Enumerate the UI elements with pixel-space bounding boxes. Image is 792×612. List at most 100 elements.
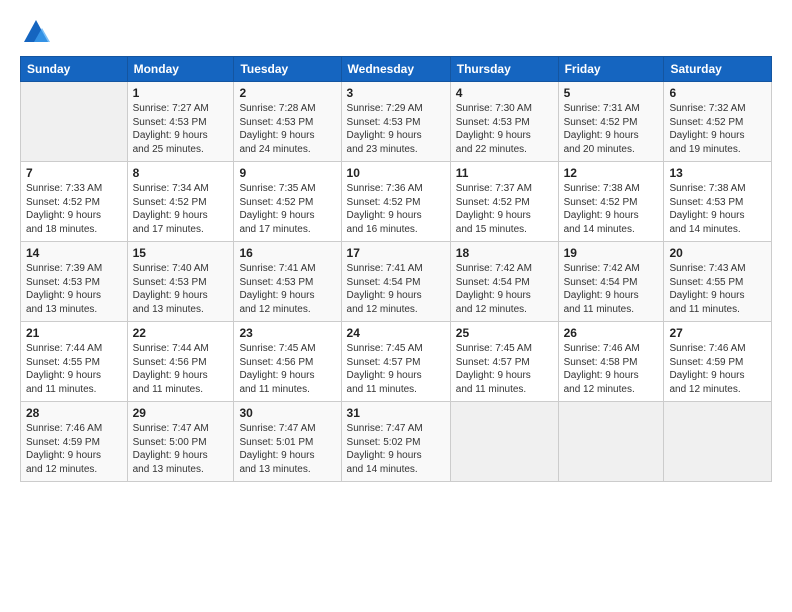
day-info: Sunrise: 7:44 AM Sunset: 4:56 PM Dayligh… <box>133 342 229 396</box>
day-cell: 9 Sunrise: 7:35 AM Sunset: 4:52 PM Daylig… <box>234 162 341 242</box>
day-cell: 2 Sunrise: 7:28 AM Sunset: 4:53 PM Daylig… <box>234 82 341 162</box>
day-number: 19 <box>564 246 659 260</box>
day-info: Sunrise: 7:39 AM Sunset: 4:53 PM Dayligh… <box>26 262 122 316</box>
day-cell: 31 Sunrise: 7:47 AM Sunset: 5:02 PM Dayli… <box>341 402 450 482</box>
day-cell: 29 Sunrise: 7:47 AM Sunset: 5:00 PM Dayli… <box>127 402 234 482</box>
day-cell: 30Sunrise: 7:47 AM Sunset: 5:01 PM Dayli… <box>234 402 341 482</box>
day-number: 22 <box>133 326 229 340</box>
day-info: Sunrise: 7:31 AM Sunset: 4:52 PM Dayligh… <box>564 102 659 156</box>
day-cell: 21Sunrise: 7:44 AM Sunset: 4:55 PM Dayli… <box>21 322 128 402</box>
day-number: 13 <box>669 166 766 180</box>
day-cell: 11 Sunrise: 7:37 AM Sunset: 4:52 PM Dayli… <box>450 162 558 242</box>
day-cell: 19Sunrise: 7:42 AM Sunset: 4:54 PM Dayli… <box>558 242 664 322</box>
day-info: Sunrise: 7:45 AM Sunset: 4:57 PM Dayligh… <box>347 342 445 396</box>
day-info: Sunrise: 7:38 AM Sunset: 4:52 PM Dayligh… <box>564 182 659 236</box>
day-cell: 26Sunrise: 7:46 AM Sunset: 4:58 PM Dayli… <box>558 322 664 402</box>
day-number: 1 <box>133 86 229 100</box>
day-info: Sunrise: 7:36 AM Sunset: 4:52 PM Dayligh… <box>347 182 445 236</box>
day-cell <box>21 82 128 162</box>
day-info: Sunrise: 7:41 AM Sunset: 4:54 PM Dayligh… <box>347 262 445 316</box>
day-number: 24 <box>347 326 445 340</box>
week-row-3: 14 Sunrise: 7:39 AM Sunset: 4:53 PM Dayli… <box>21 242 772 322</box>
day-cell: 23 Sunrise: 7:45 AM Sunset: 4:56 PM Dayli… <box>234 322 341 402</box>
page: SundayMondayTuesdayWednesdayThursdayFrid… <box>0 0 792 612</box>
weekday-header-wednesday: Wednesday <box>341 57 450 82</box>
day-info: Sunrise: 7:45 AM Sunset: 4:57 PM Dayligh… <box>456 342 553 396</box>
day-info: Sunrise: 7:27 AM Sunset: 4:53 PM Dayligh… <box>133 102 229 156</box>
day-info: Sunrise: 7:46 AM Sunset: 4:59 PM Dayligh… <box>669 342 766 396</box>
day-number: 26 <box>564 326 659 340</box>
day-number: 11 <box>456 166 553 180</box>
day-info: Sunrise: 7:43 AM Sunset: 4:55 PM Dayligh… <box>669 262 766 316</box>
calendar-table: SundayMondayTuesdayWednesdayThursdayFrid… <box>20 56 772 482</box>
day-info: Sunrise: 7:47 AM Sunset: 5:00 PM Dayligh… <box>133 422 229 476</box>
weekday-header-row: SundayMondayTuesdayWednesdayThursdayFrid… <box>21 57 772 82</box>
day-number: 17 <box>347 246 445 260</box>
day-number: 3 <box>347 86 445 100</box>
day-cell: 1 Sunrise: 7:27 AM Sunset: 4:53 PM Daylig… <box>127 82 234 162</box>
week-row-2: 7Sunrise: 7:33 AM Sunset: 4:52 PM Daylig… <box>21 162 772 242</box>
day-cell: 6 Sunrise: 7:32 AM Sunset: 4:52 PM Daylig… <box>664 82 772 162</box>
day-info: Sunrise: 7:45 AM Sunset: 4:56 PM Dayligh… <box>239 342 335 396</box>
day-cell: 27 Sunrise: 7:46 AM Sunset: 4:59 PM Dayli… <box>664 322 772 402</box>
day-cell: 4 Sunrise: 7:30 AM Sunset: 4:53 PM Daylig… <box>450 82 558 162</box>
day-info: Sunrise: 7:32 AM Sunset: 4:52 PM Dayligh… <box>669 102 766 156</box>
day-cell: 18 Sunrise: 7:42 AM Sunset: 4:54 PM Dayli… <box>450 242 558 322</box>
day-number: 14 <box>26 246 122 260</box>
logo <box>20 18 50 46</box>
day-cell: 22 Sunrise: 7:44 AM Sunset: 4:56 PM Dayli… <box>127 322 234 402</box>
day-cell: 10 Sunrise: 7:36 AM Sunset: 4:52 PM Dayli… <box>341 162 450 242</box>
day-info: Sunrise: 7:30 AM Sunset: 4:53 PM Dayligh… <box>456 102 553 156</box>
day-cell: 14 Sunrise: 7:39 AM Sunset: 4:53 PM Dayli… <box>21 242 128 322</box>
day-number: 9 <box>239 166 335 180</box>
day-cell: 16 Sunrise: 7:41 AM Sunset: 4:53 PM Dayli… <box>234 242 341 322</box>
day-info: Sunrise: 7:28 AM Sunset: 4:53 PM Dayligh… <box>239 102 335 156</box>
week-row-5: 28Sunrise: 7:46 AM Sunset: 4:59 PM Dayli… <box>21 402 772 482</box>
day-number: 6 <box>669 86 766 100</box>
day-number: 23 <box>239 326 335 340</box>
day-info: Sunrise: 7:41 AM Sunset: 4:53 PM Dayligh… <box>239 262 335 316</box>
day-info: Sunrise: 7:46 AM Sunset: 4:59 PM Dayligh… <box>26 422 122 476</box>
header <box>20 18 772 46</box>
weekday-header-sunday: Sunday <box>21 57 128 82</box>
day-number: 16 <box>239 246 335 260</box>
day-cell: 24 Sunrise: 7:45 AM Sunset: 4:57 PM Dayli… <box>341 322 450 402</box>
day-number: 20 <box>669 246 766 260</box>
weekday-header-monday: Monday <box>127 57 234 82</box>
day-cell: 3 Sunrise: 7:29 AM Sunset: 4:53 PM Daylig… <box>341 82 450 162</box>
logo-icon <box>22 18 50 46</box>
day-cell <box>664 402 772 482</box>
day-cell: 7Sunrise: 7:33 AM Sunset: 4:52 PM Daylig… <box>21 162 128 242</box>
day-number: 18 <box>456 246 553 260</box>
day-number: 10 <box>347 166 445 180</box>
day-info: Sunrise: 7:33 AM Sunset: 4:52 PM Dayligh… <box>26 182 122 236</box>
day-cell: 17 Sunrise: 7:41 AM Sunset: 4:54 PM Dayli… <box>341 242 450 322</box>
week-row-4: 21Sunrise: 7:44 AM Sunset: 4:55 PM Dayli… <box>21 322 772 402</box>
day-cell: 13Sunrise: 7:38 AM Sunset: 4:53 PM Dayli… <box>664 162 772 242</box>
day-cell <box>450 402 558 482</box>
day-number: 29 <box>133 406 229 420</box>
day-number: 5 <box>564 86 659 100</box>
day-info: Sunrise: 7:37 AM Sunset: 4:52 PM Dayligh… <box>456 182 553 236</box>
day-info: Sunrise: 7:34 AM Sunset: 4:52 PM Dayligh… <box>133 182 229 236</box>
day-number: 25 <box>456 326 553 340</box>
day-number: 27 <box>669 326 766 340</box>
day-number: 12 <box>564 166 659 180</box>
day-cell: 15Sunrise: 7:40 AM Sunset: 4:53 PM Dayli… <box>127 242 234 322</box>
weekday-header-friday: Friday <box>558 57 664 82</box>
day-number: 15 <box>133 246 229 260</box>
weekday-header-thursday: Thursday <box>450 57 558 82</box>
weekday-header-tuesday: Tuesday <box>234 57 341 82</box>
day-info: Sunrise: 7:42 AM Sunset: 4:54 PM Dayligh… <box>456 262 553 316</box>
day-number: 2 <box>239 86 335 100</box>
day-info: Sunrise: 7:29 AM Sunset: 4:53 PM Dayligh… <box>347 102 445 156</box>
day-info: Sunrise: 7:47 AM Sunset: 5:01 PM Dayligh… <box>239 422 335 476</box>
day-cell: 20 Sunrise: 7:43 AM Sunset: 4:55 PM Dayli… <box>664 242 772 322</box>
day-info: Sunrise: 7:47 AM Sunset: 5:02 PM Dayligh… <box>347 422 445 476</box>
week-row-1: 1 Sunrise: 7:27 AM Sunset: 4:53 PM Daylig… <box>21 82 772 162</box>
day-number: 4 <box>456 86 553 100</box>
day-number: 8 <box>133 166 229 180</box>
weekday-header-saturday: Saturday <box>664 57 772 82</box>
day-info: Sunrise: 7:35 AM Sunset: 4:52 PM Dayligh… <box>239 182 335 236</box>
day-number: 31 <box>347 406 445 420</box>
